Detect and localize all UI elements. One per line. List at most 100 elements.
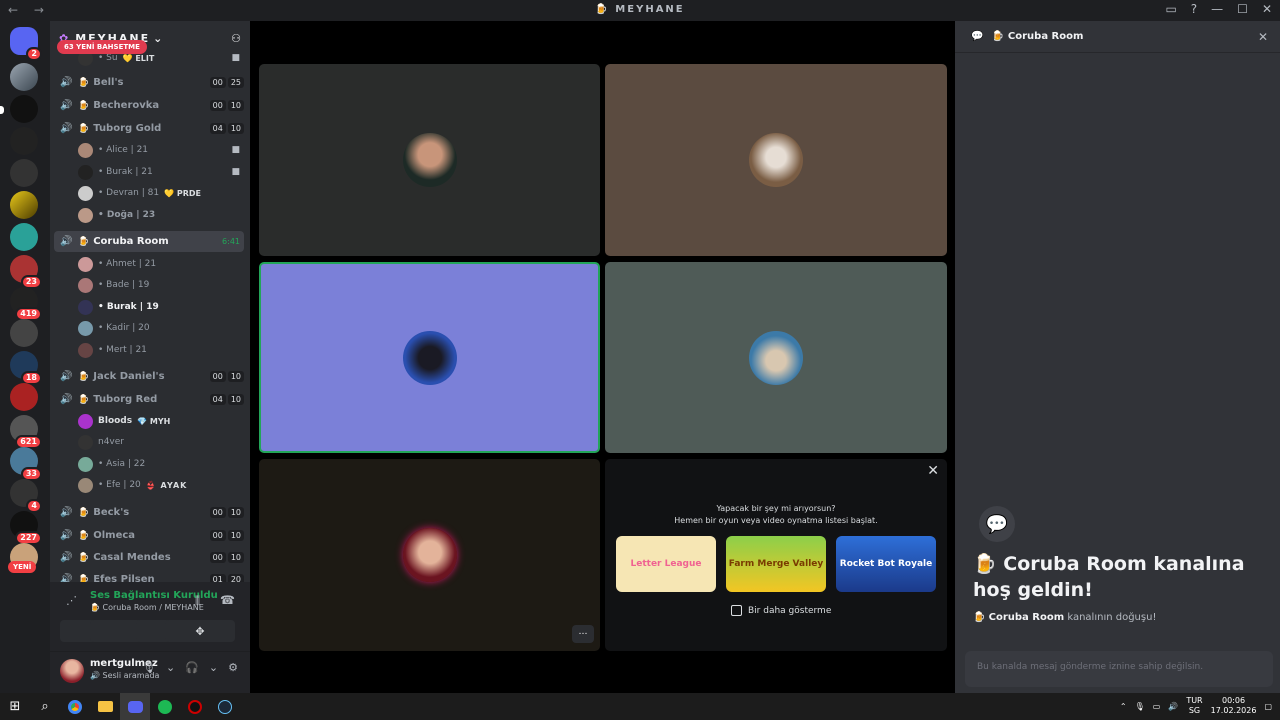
mention-pill[interactable]: 63 YENİ BAHSETME bbox=[57, 40, 147, 54]
disconnect-icon[interactable]: ☎ bbox=[220, 593, 235, 607]
voice-user[interactable]: • Efe | 20 👙 AYAK bbox=[78, 475, 244, 495]
speaker-icon: 🔊 bbox=[60, 574, 73, 582]
server-icon[interactable] bbox=[10, 383, 38, 411]
server-icon[interactable] bbox=[10, 159, 38, 187]
inbox-icon[interactable]: ▭ bbox=[1165, 2, 1176, 16]
voice-channel[interactable]: 🔊 🍺 Bell's 00 25 bbox=[54, 72, 244, 93]
noise-suppression-icon[interactable]: ⫼ bbox=[195, 594, 200, 608]
network-icon[interactable]: ▭ bbox=[1153, 702, 1161, 711]
voice-user[interactable]: • Kadir | 20 bbox=[78, 318, 244, 338]
speaker-icon: 🔊 bbox=[60, 236, 73, 247]
maximize-button[interactable]: ☐ bbox=[1237, 2, 1248, 16]
avatar bbox=[78, 477, 93, 493]
voice-user[interactable]: Bloods 💎 MYH bbox=[78, 411, 244, 431]
chevron-down-icon[interactable]: ⌄ bbox=[166, 661, 175, 674]
dont-show-checkbox[interactable]: Bir daha gösterme bbox=[731, 605, 831, 616]
discord-icon[interactable] bbox=[120, 693, 150, 720]
discord-home-icon[interactable]: 2 bbox=[10, 27, 42, 61]
new-servers-pill[interactable]: YENİ bbox=[8, 561, 37, 573]
microphone-icon[interactable]: 🎙 bbox=[142, 661, 156, 674]
volume-icon[interactable]: 🔊 bbox=[1168, 702, 1178, 711]
beer-icon: 🍺 bbox=[78, 100, 90, 111]
chevron-up-icon[interactable]: ⌃ bbox=[1120, 702, 1127, 711]
participant-tile-speaking[interactable] bbox=[259, 262, 600, 453]
server-icon[interactable]: 419 bbox=[10, 287, 42, 321]
chevron-down-icon[interactable]: ⌄ bbox=[209, 661, 218, 674]
spotify-icon[interactable] bbox=[150, 693, 180, 720]
server-icon[interactable] bbox=[10, 127, 38, 155]
settings-gear-icon[interactable]: ⚙ bbox=[228, 661, 238, 674]
voice-user[interactable]: • Mert | 21 bbox=[78, 340, 244, 360]
speaker-icon: 🔊 bbox=[60, 371, 73, 382]
voice-user[interactable]: • Burak | 19 bbox=[78, 297, 244, 317]
server-icon[interactable] bbox=[10, 63, 38, 91]
signal-icon[interactable]: ⋰ bbox=[66, 594, 77, 607]
voice-user[interactable]: n4ver bbox=[78, 432, 244, 452]
language-indicator[interactable]: TUR SG bbox=[1186, 696, 1202, 716]
voice-channel[interactable]: 🔊 🍺 Casal Mendes 00 10 bbox=[54, 547, 244, 568]
minimize-button[interactable]: — bbox=[1211, 2, 1223, 16]
game-card[interactable]: Letter League bbox=[616, 536, 716, 592]
game-card[interactable]: Rocket Bot Royale bbox=[836, 536, 936, 592]
steam-icon[interactable] bbox=[210, 693, 240, 720]
participant-tile[interactable] bbox=[605, 64, 947, 256]
windows-start-icon[interactable]: ⊞ bbox=[0, 693, 30, 720]
headphones-icon[interactable]: 🎧 bbox=[185, 661, 199, 674]
search-icon[interactable]: ⌕ bbox=[30, 693, 60, 720]
avatar bbox=[749, 133, 803, 187]
activity-prompt: Yapacak bir şey mi arıyorsun? Hemen bir … bbox=[674, 504, 878, 525]
server-icon[interactable]: 33 bbox=[10, 447, 42, 481]
speaker-icon: 🔊 bbox=[60, 552, 73, 563]
chat-bubble-icon: 💬 bbox=[971, 31, 984, 42]
server-icon[interactable] bbox=[10, 319, 38, 347]
server-icon[interactable]: 18 bbox=[10, 351, 42, 385]
server-icon[interactable]: 23 bbox=[10, 255, 42, 289]
avatar[interactable] bbox=[60, 659, 84, 683]
server-icon[interactable]: 4 bbox=[10, 479, 42, 513]
beer-icon: 🍺 bbox=[78, 394, 90, 405]
game-card[interactable]: Farm Merge Valley bbox=[726, 536, 826, 592]
voice-user[interactable]: • Burak | 21 ■ bbox=[78, 162, 244, 182]
file-explorer-icon[interactable] bbox=[90, 693, 120, 720]
server-icon[interactable] bbox=[10, 191, 38, 219]
close-icon[interactable]: ✕ bbox=[1258, 30, 1268, 44]
voice-channel[interactable]: 🔊 🍺 Efes Pilsen 01 20 bbox=[54, 569, 244, 582]
voice-channel[interactable]: 🔊 🍺 Tuborg Red 04 10 bbox=[54, 389, 244, 410]
participant-tile[interactable] bbox=[605, 262, 947, 453]
server-icon[interactable]: 227 bbox=[10, 511, 42, 545]
clock[interactable]: 00:06 17.02.2026 bbox=[1211, 696, 1257, 716]
voice-channel[interactable]: 🔊 🍺 Becherovka 00 10 bbox=[54, 95, 244, 116]
server-icon[interactable] bbox=[10, 223, 38, 251]
voice-channel[interactable]: 🔊 🍺 Beck's 00 10 bbox=[54, 502, 244, 523]
activities-button[interactable]: ✥ bbox=[165, 620, 235, 642]
notification-icon[interactable]: ▢ bbox=[1264, 702, 1272, 711]
voice-channel[interactable]: 🔊 🍺 Olmeca 00 10 bbox=[54, 525, 244, 546]
close-icon[interactable]: ✕ bbox=[927, 463, 939, 479]
system-tray: ⌃ 🎙 ▭ 🔊 TUR SG 00:06 17.02.2026 ▢ bbox=[1120, 696, 1272, 716]
avatar bbox=[78, 256, 93, 272]
microphone-icon[interactable]: 🎙 bbox=[1135, 702, 1145, 711]
server-icon[interactable]: 621 bbox=[10, 415, 42, 449]
close-button[interactable]: ✕ bbox=[1262, 2, 1272, 16]
chat-bubble-icon: 💬 bbox=[979, 506, 1015, 542]
avatar bbox=[78, 277, 93, 293]
help-icon[interactable]: ? bbox=[1191, 2, 1197, 16]
voice-user[interactable]: • Alice | 21 ■ bbox=[78, 140, 244, 160]
voice-user[interactable]: • Doğa | 23 bbox=[78, 205, 244, 225]
voice-user[interactable]: • Bade | 19 bbox=[78, 275, 244, 295]
voice-channel[interactable]: 🔊 🍺 Tuborg Gold 04 10 bbox=[54, 118, 244, 139]
participant-tile[interactable] bbox=[259, 459, 600, 651]
voice-user[interactable]: • Ahmet | 21 bbox=[78, 254, 244, 274]
more-options-button[interactable]: … bbox=[572, 625, 594, 643]
chrome-icon[interactable] bbox=[60, 693, 90, 720]
camera-icon: ■ bbox=[231, 145, 240, 155]
avatar bbox=[78, 342, 93, 358]
voice-user[interactable]: • Devran | 81 💛 PRDE bbox=[78, 183, 244, 203]
app-icon[interactable] bbox=[180, 693, 210, 720]
voice-channel[interactable]: 🔊 🍺 Jack Daniel's 00 10 bbox=[54, 366, 244, 387]
participant-tile[interactable] bbox=[259, 64, 600, 256]
voice-channel-active[interactable]: 🔊 🍺 Coruba Room 6:41 bbox=[54, 231, 244, 252]
voice-user[interactable]: • Asia | 22 bbox=[78, 454, 244, 474]
avatar bbox=[78, 185, 93, 201]
server-icon[interactable] bbox=[10, 95, 38, 123]
